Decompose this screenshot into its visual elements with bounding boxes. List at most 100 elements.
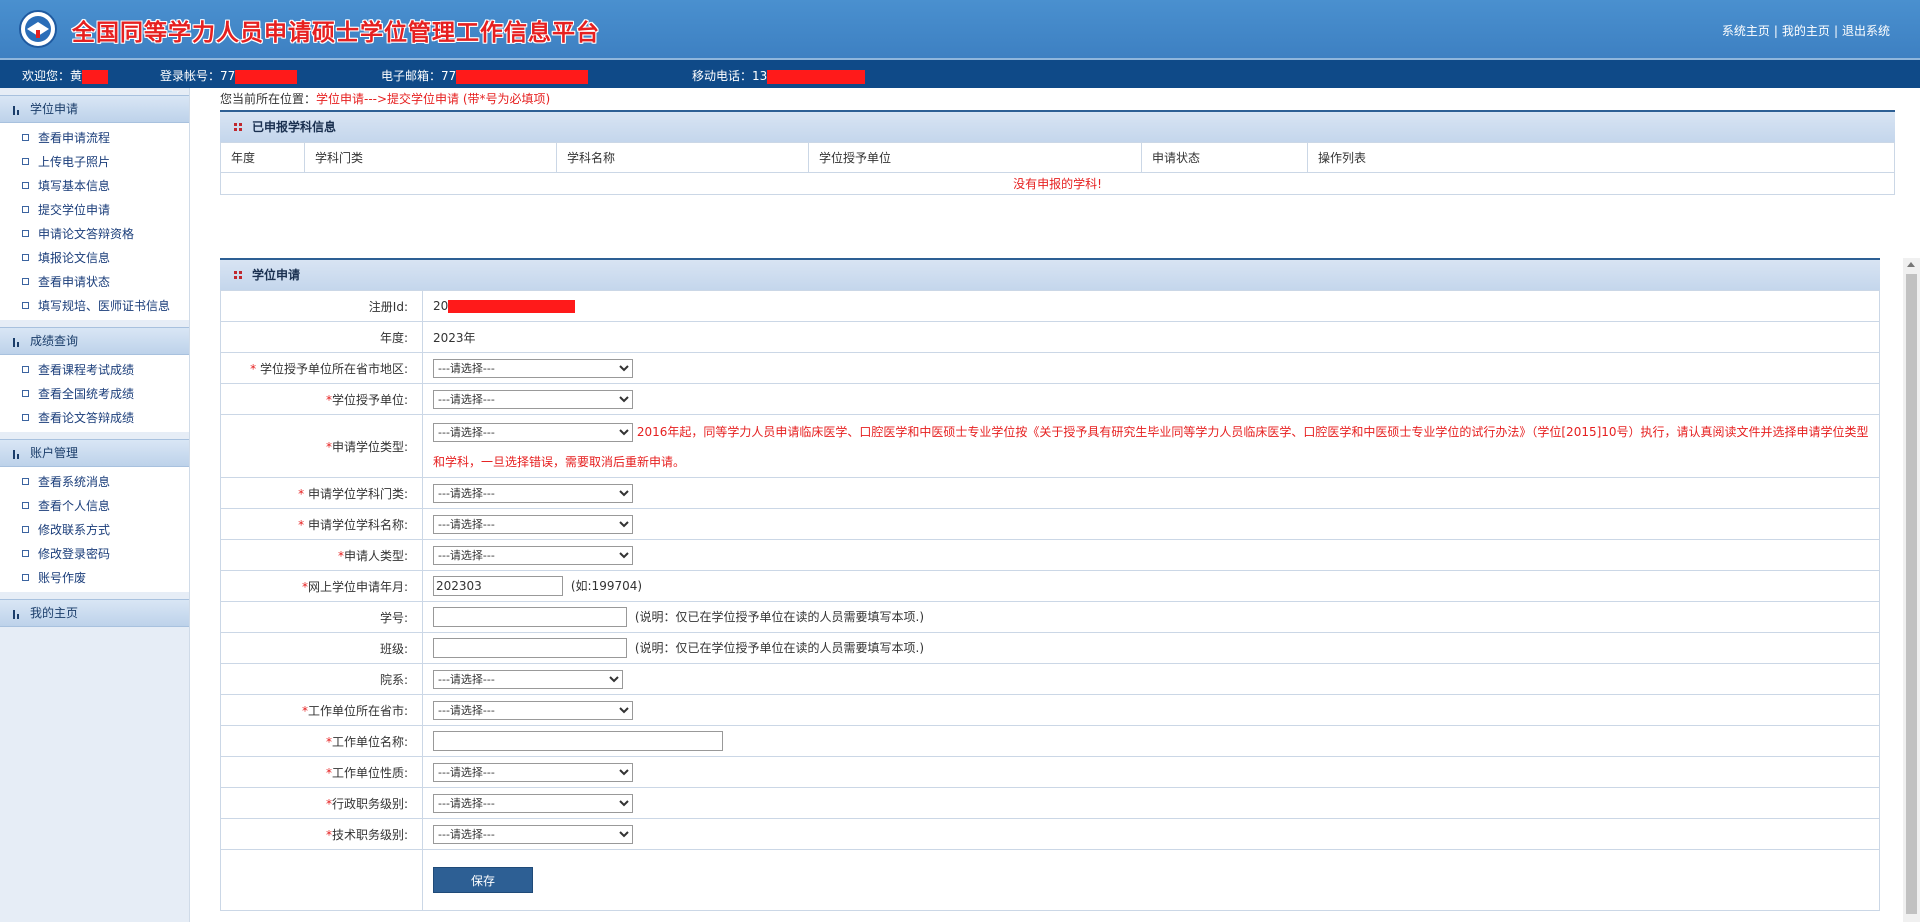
- sidebar-group-degree-application: 学位申请 查看申请流程 上传电子照片 填写基本信息 提交学位申请 申请论文答辩资…: [0, 95, 189, 320]
- form-label: *行政职务级别:: [220, 787, 423, 819]
- sidebar-heading-account[interactable]: 账户管理: [0, 439, 189, 467]
- form-row: *技术职务级别: ---请选择---: [220, 818, 1880, 850]
- square-bullet-icon: [22, 390, 29, 397]
- empty-message: 没有申报的学科!: [220, 172, 1895, 195]
- form-label: *工作单位名称:: [220, 725, 423, 757]
- form-row: 院系: ---请选择---: [220, 663, 1880, 695]
- site-title: 全国同等学力人员申请硕士学位管理工作信息平台: [72, 20, 600, 46]
- sidebar-item-upload-photo[interactable]: 上传电子照片: [0, 150, 189, 174]
- subject-panel-title: 已申报学科信息: [220, 110, 1895, 142]
- sidebar-item-defense-qualification[interactable]: 申请论文答辩资格: [0, 222, 189, 246]
- work-unit-input[interactable]: [433, 731, 723, 751]
- redaction-mark: [235, 69, 298, 84]
- degree-application-panel: 学位申请 注册Id: 20 年度: 2023年 * 学位授予单位所在省市地区: …: [220, 258, 1880, 911]
- form-row: * 申请学位学科名称: ---请选择---: [220, 508, 1880, 540]
- sidebar-item-certificate-info[interactable]: 填写规培、医师证书信息: [0, 294, 189, 318]
- sidebar-item-view-process[interactable]: 查看申请流程: [0, 126, 189, 150]
- form-label: *技术职务级别:: [220, 818, 423, 850]
- work-city-select[interactable]: ---请选择---: [433, 700, 633, 720]
- column-header: 操作列表: [1307, 142, 1895, 173]
- class-input[interactable]: [433, 638, 627, 658]
- form-label: *申请学位类型:: [220, 414, 423, 478]
- form-row: *学位授予单位: ---请选择---: [220, 383, 1880, 415]
- sidebar-item-course-scores[interactable]: 查看课程考试成绩: [0, 358, 189, 382]
- square-bullet-icon: [22, 278, 29, 285]
- sidebar-heading-my-home[interactable]: 我的主页: [0, 599, 189, 627]
- form-label: * 申请学位学科门类:: [220, 477, 423, 509]
- table-header-row: 年度 学科门类 学科名称 学位授予单位 申请状态 操作列表: [220, 142, 1895, 173]
- subject-table: 年度 学科门类 学科名称 学位授予单位 申请状态 操作列表 没有申报的学科!: [220, 142, 1895, 195]
- sidebar-item-thesis-info[interactable]: 填报论文信息: [0, 246, 189, 270]
- account-info: 登录帐号：77: [160, 67, 298, 84]
- system-home-link[interactable]: 系统主页: [1722, 24, 1770, 38]
- breadcrumb: 您当前所在位置：学位申请--->提交学位申请 (带*号为必填项): [220, 92, 551, 106]
- subject-name-select[interactable]: ---请选择---: [433, 514, 633, 534]
- form-row: *申请人类型: ---请选择---: [220, 539, 1880, 571]
- square-bullet-icon: [22, 302, 29, 309]
- degree-unit-select[interactable]: ---请选择---: [433, 389, 633, 409]
- save-button[interactable]: 保存: [433, 867, 533, 893]
- email-info: 电子邮箱：77: [381, 67, 589, 84]
- form-row: 注册Id: 20: [220, 290, 1880, 322]
- form-label: * 学位授予单位所在省市地区:: [220, 352, 423, 384]
- form-label: 学号:: [220, 601, 423, 633]
- admin-level-select[interactable]: ---请选择---: [433, 793, 633, 813]
- column-header: 年度: [220, 142, 305, 173]
- subject-category-select[interactable]: ---请选择---: [433, 483, 633, 503]
- sidebar-item-system-messages[interactable]: 查看系统消息: [0, 470, 189, 494]
- sidebar-item-basic-info[interactable]: 填写基本信息: [0, 174, 189, 198]
- scrollbar-thumb[interactable]: [1906, 274, 1917, 914]
- region-select[interactable]: ---请选择---: [433, 358, 633, 378]
- form-row: *工作单位名称:: [220, 725, 1880, 757]
- subject-panel: 已申报学科信息 年度 学科门类 学科名称 学位授予单位 申请状态 操作列表 没有…: [220, 110, 1895, 195]
- column-header: 学位授予单位: [808, 142, 1142, 173]
- sidebar-group-score-query: 成绩查询 查看课程考试成绩 查看全国统考成绩 查看论文答辩成绩: [0, 327, 189, 432]
- vertical-scrollbar[interactable]: [1903, 258, 1920, 922]
- form-row: 年度: 2023年: [220, 321, 1880, 353]
- work-nature-select[interactable]: ---请选择---: [433, 762, 633, 782]
- form-label: *工作单位性质:: [220, 756, 423, 788]
- square-bullet-icon: [22, 182, 29, 189]
- sidebar-heading-degree-application[interactable]: 学位申请: [0, 95, 189, 123]
- department-select[interactable]: ---请选择---: [433, 669, 623, 689]
- form-row: 学号: (说明：仅已在学位授予单位在读的人员需要填写本项.): [220, 601, 1880, 633]
- sidebar-item-personal-info[interactable]: 查看个人信息: [0, 494, 189, 518]
- sidebar-item-deactivate-account[interactable]: 账号作废: [0, 566, 189, 590]
- student-number-input[interactable]: [433, 607, 627, 627]
- sidebar-item-national-exam-scores[interactable]: 查看全国统考成绩: [0, 382, 189, 406]
- user-info-bar: 欢迎您：黄 登录帐号：77 电子邮箱：77 移动电话：13: [0, 58, 1920, 88]
- sidebar-item-change-password[interactable]: 修改登录密码: [0, 542, 189, 566]
- form-label: 年度:: [220, 321, 423, 353]
- form-label: *网上学位申请年月:: [220, 570, 423, 602]
- logout-link[interactable]: 退出系统: [1842, 24, 1890, 38]
- bar-chart-icon: [13, 449, 19, 459]
- sidebar-item-application-status[interactable]: 查看申请状态: [0, 270, 189, 294]
- sidebar-group-my-home: 我的主页: [0, 599, 189, 627]
- welcome-info: 欢迎您：黄: [22, 67, 109, 84]
- square-bullet-icon: [22, 230, 29, 237]
- applicant-type-select[interactable]: ---请选择---: [433, 545, 633, 565]
- sidebar-item-edit-contact[interactable]: 修改联系方式: [0, 518, 189, 542]
- form-row: *网上学位申请年月: (如:199704): [220, 570, 1880, 602]
- square-bullet-icon: [22, 158, 29, 165]
- square-bullet-icon: [22, 254, 29, 261]
- degree-type-select[interactable]: ---请选择---: [433, 423, 633, 442]
- sidebar-nav: 学位申请 查看申请流程 上传电子照片 填写基本信息 提交学位申请 申请论文答辩资…: [0, 88, 190, 922]
- scroll-up-arrow-icon[interactable]: [1907, 262, 1915, 267]
- square-bullet-icon: [22, 366, 29, 373]
- square-bullet-icon: [22, 550, 29, 557]
- form-label: 班级:: [220, 632, 423, 664]
- form-label: *申请人类型:: [220, 539, 423, 571]
- sidebar-item-submit-application[interactable]: 提交学位申请: [0, 198, 189, 222]
- form-row: *工作单位性质: ---请选择---: [220, 756, 1880, 788]
- redaction-mark: [448, 300, 576, 313]
- reg-id-value: 20: [422, 290, 1880, 322]
- my-home-link[interactable]: 我的主页: [1782, 24, 1830, 38]
- university-logo-icon: [19, 10, 57, 48]
- sidebar-heading-score-query[interactable]: 成绩查询: [0, 327, 189, 355]
- tech-level-select[interactable]: ---请选择---: [433, 824, 633, 844]
- sidebar-item-defense-scores[interactable]: 查看论文答辩成绩: [0, 406, 189, 430]
- apply-month-input[interactable]: [433, 576, 563, 596]
- form-row: *工作单位所在省市: ---请选择---: [220, 694, 1880, 726]
- form-panel-title: 学位申请: [220, 258, 1880, 290]
